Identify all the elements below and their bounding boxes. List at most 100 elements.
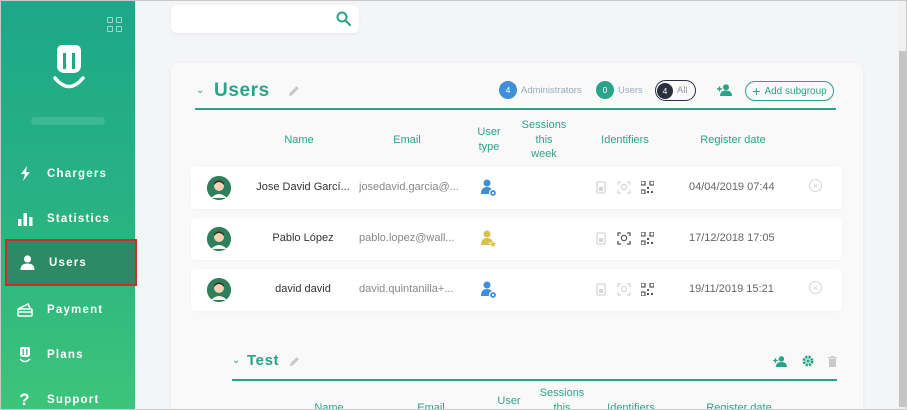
sidebar-item-label: Chargers <box>47 167 108 180</box>
remove-user-icon[interactable]: × <box>809 179 822 192</box>
identifiers <box>596 181 654 194</box>
admin-user-icon <box>481 281 498 304</box>
sidebar-item-payment[interactable]: Payment <box>5 287 135 332</box>
app-window: Chargers Statistics Users Payment Plans … <box>0 0 907 410</box>
card-id-icon <box>596 181 606 194</box>
avatar <box>207 227 231 251</box>
add-subgroup-button[interactable]: + Add subgroup <box>745 81 834 101</box>
filter-users[interactable]: 0 Users <box>596 81 643 99</box>
plus-icon: + <box>752 83 761 99</box>
settings-gear-icon[interactable] <box>802 355 814 367</box>
remove-user-icon[interactable]: × <box>809 281 822 294</box>
qr-code-icon <box>641 283 654 296</box>
register-date: 19/11/2019 15:21 <box>689 283 774 295</box>
filter-label: Users <box>618 84 643 96</box>
bar-chart-icon <box>17 211 33 227</box>
sidebar-item-users[interactable]: Users <box>5 239 137 286</box>
search-box <box>171 5 359 33</box>
sub-col-user: User <box>497 395 521 407</box>
sidebar-item-label: Support <box>47 393 100 406</box>
group-title: Users <box>214 80 270 101</box>
user-email: pablo.lopez@wall... <box>359 232 455 244</box>
payment-card-icon <box>17 302 33 318</box>
subgroup-chevron-icon[interactable]: ⌄ <box>232 355 240 366</box>
sidebar-item-chargers[interactable]: Chargers <box>5 151 135 196</box>
user-email: josedavid.garcia@... <box>359 181 459 193</box>
card-id-icon <box>596 283 606 296</box>
brand-logo <box>53 45 85 89</box>
subgroup-title: Test <box>247 352 280 369</box>
grid-menu-icon[interactable] <box>107 17 122 32</box>
user-name[interactable]: Jose David Garcí... <box>243 181 363 193</box>
avatar <box>207 176 231 200</box>
user-icon <box>19 255 35 271</box>
filter-administrators[interactable]: 4 Administrators <box>499 81 582 99</box>
sub-col-email: Email <box>417 402 445 410</box>
sub-col-sessions-line: this <box>553 401 571 410</box>
subgroup-actions <box>773 355 837 367</box>
sub-col-sessions-line: Sessions <box>539 387 585 399</box>
all-count-badge: 4 <box>657 82 673 99</box>
qr-code-icon <box>641 232 654 245</box>
face-id-icon <box>617 283 631 296</box>
user-name[interactable]: Pablo López <box>243 232 363 244</box>
col-sessions-line: week <box>531 148 557 160</box>
face-id-icon <box>617 232 631 245</box>
owner-user-icon <box>481 230 498 253</box>
delete-trash-icon[interactable] <box>828 355 837 367</box>
sidebar-item-statistics[interactable]: Statistics <box>5 196 135 241</box>
col-sessions: Sessions this week <box>513 118 575 162</box>
users-count-badge: 0 <box>596 81 614 99</box>
add-user-icon[interactable] <box>717 84 733 96</box>
identifiers <box>596 283 654 296</box>
sub-col-name: Name <box>314 402 344 410</box>
collapse-chevron-icon[interactable]: ⌄ <box>196 85 204 96</box>
col-sessions-line: Sessions <box>521 119 567 131</box>
scrollbar-thumb[interactable] <box>899 51 906 407</box>
bolt-icon <box>17 166 33 182</box>
sidebar-item-label: Payment <box>47 303 104 316</box>
table-row[interactable]: david david david.quintanilla+... 19/11/20… <box>191 269 842 311</box>
subgroup-edit-pencil-icon[interactable] <box>289 356 300 367</box>
avatar <box>207 278 231 302</box>
search-icon[interactable] <box>336 11 351 26</box>
filter-all[interactable]: 4 All <box>655 80 696 101</box>
user-email: david.quintanilla+... <box>359 283 454 295</box>
sidebar-item-plans[interactable]: Plans <box>5 332 135 377</box>
sidebar-item-label: Plans <box>47 348 84 361</box>
filter-label: All <box>677 85 688 96</box>
admin-user-icon <box>481 179 498 202</box>
sidebar: Chargers Statistics Users Payment Plans … <box>1 1 137 409</box>
col-register-date: Register date <box>700 134 766 146</box>
sub-col-identifiers: Identifiers <box>607 402 655 410</box>
edit-pencil-icon[interactable] <box>288 85 300 97</box>
register-date: 17/12/2018 17:05 <box>689 232 775 244</box>
card-id-icon <box>596 232 606 245</box>
add-subgroup-label: Add subgroup <box>764 85 827 97</box>
sidebar-item-support[interactable]: ? Support <box>5 377 135 409</box>
identifiers <box>596 232 654 245</box>
col-name: Name <box>284 134 314 146</box>
filter-label: Administrators <box>521 84 582 96</box>
col-user-type-line: User <box>477 126 501 138</box>
col-email: Email <box>393 134 421 146</box>
subgroup-add-user-icon[interactable] <box>773 355 788 367</box>
plug-icon <box>17 346 33 363</box>
user-name[interactable]: david david <box>243 283 363 295</box>
col-sessions-line: this <box>535 133 553 146</box>
question-icon: ? <box>19 389 31 409</box>
face-id-icon <box>617 181 631 194</box>
col-user-type: User type <box>469 125 509 154</box>
search-input[interactable] <box>171 5 321 33</box>
register-date: 04/04/2019 07:44 <box>689 181 775 193</box>
sub-col-sessions: Sessions this <box>531 386 593 410</box>
vertical-scrollbar[interactable] <box>898 1 906 409</box>
table-row[interactable]: Pablo López pablo.lopez@wall... 17/12/2018… <box>191 218 842 260</box>
col-user-type-line: type <box>478 140 500 153</box>
table-row[interactable]: Jose David Garcí... josedavid.garcia@... 0… <box>191 167 842 209</box>
sidebar-item-label: Users <box>49 256 87 269</box>
group-divider <box>195 108 836 110</box>
sub-col-register-date: Register date <box>706 402 772 410</box>
col-identifiers: Identifiers <box>601 134 649 146</box>
username-placeholder <box>31 117 105 125</box>
